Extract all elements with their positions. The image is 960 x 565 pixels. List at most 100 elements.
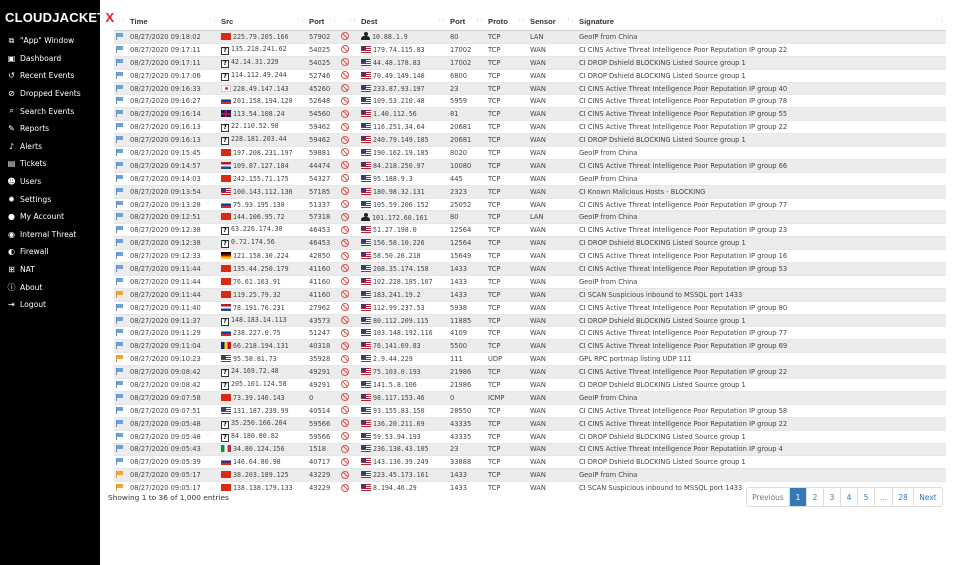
cell-src[interactable]: 228.49.147.143 [219,81,307,95]
cell-pin[interactable] [114,300,128,315]
block-icon[interactable] [341,32,349,41]
block-icon[interactable] [341,406,349,415]
cell-dest[interactable]: 44.48.178.83 [359,55,448,70]
dest-ip[interactable]: 136.20.211.69 [373,420,425,428]
src-ip[interactable]: 135.44.250.179 [233,265,289,273]
table-row[interactable]: 08/27/2020 09:16:13? 22.110.52.98 59462 116… [114,120,946,134]
table-row[interactable]: 08/27/2020 09:11:40 78.191.76.231 27962 112… [114,300,946,315]
block-icon[interactable] [341,161,349,170]
table-row[interactable]: 08/27/2020 09:14:57 109.87.127.184 44474 84… [114,158,946,173]
cell-pin[interactable] [114,262,128,276]
src-ip[interactable]: 146.64.80.98 [233,458,281,466]
cell-signature[interactable]: CI SCAN Suspicious inbound to MSSQL port… [577,287,946,302]
cell-dest[interactable]: 59.53.94.193 [359,429,448,443]
cell-signature[interactable]: CI CINS Active Threat Intelligence Poor … [577,416,946,431]
cell-signature[interactable]: CI CINS Active Threat Intelligence Poor … [577,249,946,263]
block-icon[interactable] [341,264,349,273]
dest-ip[interactable]: 2.9.44.229 [373,355,413,363]
cell-pin[interactable] [114,390,128,405]
dest-ip[interactable]: 208.35.174.158 [373,265,429,273]
cell-dest[interactable]: 179.74.115.83 [359,42,448,57]
cell-pin[interactable] [114,378,128,392]
cell-dest[interactable]: 223.45.173.161 [359,468,448,482]
cell-block[interactable] [339,30,359,44]
dest-ip[interactable]: 179.74.115.83 [373,46,425,54]
table-row[interactable]: 08/27/2020 09:13:54 100.143.112.136 57185 1… [114,184,946,199]
cell-block[interactable] [339,223,359,237]
cell-src[interactable]: ? 205.101.124.58 [219,378,307,392]
cell-dest[interactable]: 103.148.192.116 [359,326,448,340]
cell-dest[interactable]: 98.117.153.46 [359,390,448,405]
cell-block[interactable] [339,455,359,469]
block-icon[interactable] [341,200,349,209]
cell-pin[interactable] [114,42,128,57]
cell-src[interactable]: 75.93.195.130 [219,197,307,211]
table-row[interactable]: 08/27/2020 09:05:48? 84.180.80.82 59566 59.… [114,429,946,443]
cell-signature[interactable]: CI CINS Active Threat Intelligence Poor … [577,300,946,315]
block-icon[interactable] [341,96,349,105]
table-row[interactable]: 08/27/2020 09:16:33 228.49.147.143 45260 23… [114,81,946,95]
block-icon[interactable] [341,45,349,54]
flag-pin-icon[interactable] [116,239,123,247]
cell-signature[interactable]: CI DROP Dshield BLOCKING Listed Source g… [577,133,946,147]
page-28-button[interactable]: 28 [892,488,913,506]
page-1-button[interactable]: 1 [789,488,806,506]
flag-pin-icon[interactable] [116,110,123,118]
cell-src[interactable]: ? 22.110.52.98 [219,120,307,134]
nav-item-reports[interactable]: ✎ Reports [0,120,100,138]
table-row[interactable]: 08/27/2020 09:05:43 34.80.124.156 1518 236.… [114,442,946,456]
src-ip[interactable]: 42.14.31.229 [231,58,279,66]
cell-src[interactable]: 66.218.194.131 [219,339,307,353]
flag-pin-icon[interactable] [116,161,123,169]
flag-pin-icon[interactable] [116,471,123,479]
block-icon[interactable] [341,393,349,402]
cell-src[interactable]: ? 135.218.241.62 [219,42,307,57]
cell-src[interactable]: ? 0.72.174.56 [219,236,307,250]
cell-block[interactable] [339,352,359,366]
cell-dest[interactable]: 141.5.8.106 [359,378,448,392]
cell-block[interactable] [339,236,359,250]
cell-src[interactable]: 73.39.146.143 [219,390,307,405]
flag-pin-icon[interactable] [116,406,123,414]
cell-signature[interactable]: CI DROP Dshield BLOCKING Listed Source g… [577,55,946,70]
table-row[interactable]: 08/27/2020 09:12:33 121.158.30.224 42850 58… [114,249,946,263]
cell-dest[interactable]: 93.155.83.150 [359,403,448,418]
cell-block[interactable] [339,429,359,443]
block-icon[interactable] [341,470,349,479]
dest-ip[interactable]: 1.40.112.56 [373,110,417,118]
cell-pin[interactable] [114,184,128,199]
dest-ip[interactable]: 112.99.237.53 [373,304,425,312]
cell-block[interactable] [339,42,359,57]
cell-block[interactable] [339,481,359,495]
block-icon[interactable] [341,277,349,286]
cell-dest[interactable]: 10.88.1.9 [359,30,448,44]
nav-item-dashboard[interactable]: ▣ Dashboard [0,50,100,68]
block-icon[interactable] [341,238,349,247]
cell-dest[interactable]: 183.241.19.2 [359,287,448,302]
cell-dest[interactable]: 208.35.174.158 [359,262,448,276]
cell-block[interactable] [339,68,359,83]
src-ip[interactable]: 75.93.195.130 [233,201,285,209]
cell-block[interactable] [339,55,359,70]
cell-block[interactable] [339,300,359,315]
cell-block[interactable] [339,262,359,276]
cell-pin[interactable] [114,94,128,108]
dest-ip[interactable]: 10.88.1.9 [372,33,408,41]
flag-pin-icon[interactable] [116,393,123,401]
dest-ip[interactable]: 180.98.32.131 [373,188,425,196]
nav-item-about[interactable]: ⓘ About [0,278,100,296]
cell-src[interactable]: 197.208.231.197 [219,146,307,160]
cell-dest[interactable]: 58.50.26.218 [359,249,448,263]
flag-pin-icon[interactable] [116,380,123,388]
cell-pin[interactable] [114,468,128,482]
cell-pin[interactable] [114,197,128,211]
flag-pin-icon[interactable] [116,419,123,427]
src-ip[interactable]: 228.49.147.143 [233,85,289,93]
cell-pin[interactable] [114,455,128,469]
cell-src[interactable]: 119.25.79.32 [219,287,307,302]
cell-signature[interactable]: CI CINS Active Threat Intelligence Poor … [577,158,946,173]
flag-pin-icon[interactable] [116,123,123,131]
dest-ip[interactable]: 143.136.39.249 [373,458,429,466]
cell-signature[interactable]: CI CINS Active Threat Intelligence Poor … [577,81,946,95]
dest-ip[interactable]: 84.218.250.97 [373,162,425,170]
